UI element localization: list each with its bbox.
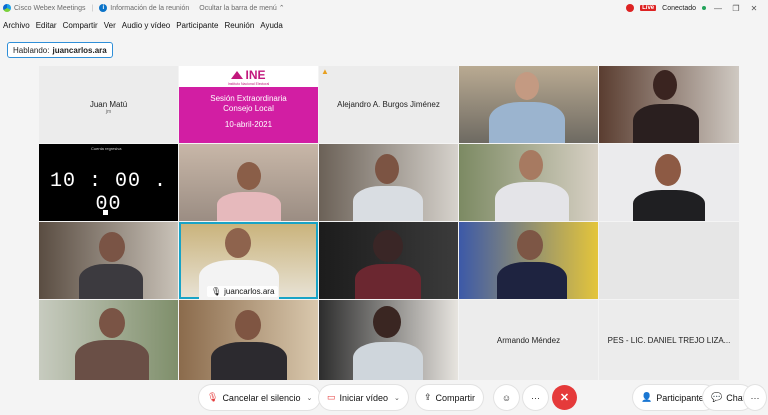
meeting-info-button[interactable]: i Información de la reunión: [99, 4, 189, 12]
unmute-label: Cancelar el silencio: [222, 392, 301, 403]
countdown-digits: 10 : 00 . 00: [49, 170, 168, 216]
participant-tile-video-2[interactable]: [599, 66, 739, 143]
webex-logo-icon: [3, 4, 11, 12]
ine-logo-subtitle: Instituto Nacional Electoral: [227, 81, 270, 86]
participant-tile-video-13[interactable]: [319, 300, 458, 380]
ine-triangle-icon: [231, 70, 244, 79]
participant-tile-ine-slide[interactable]: INE Instituto Nacional Electoral Sesión …: [179, 66, 318, 143]
chevron-down-icon[interactable]: ⌄: [306, 394, 312, 402]
participant-tile-video-7[interactable]: [39, 222, 178, 299]
close-icon: ✕: [559, 392, 570, 404]
more-icon: ···: [531, 392, 540, 403]
participant-tile-countdown[interactable]: Cuenta regresiva 10 : 00 . 00: [39, 144, 178, 221]
share-button[interactable]: ⇪ Compartir: [416, 385, 484, 410]
chat-label: Chat: [726, 392, 746, 403]
chat-icon: 💬: [711, 392, 723, 402]
meeting-info-label: Información de la reunión: [110, 4, 190, 12]
more-panels-button[interactable]: ···: [744, 385, 766, 410]
start-video-button[interactable]: ▭ Iniciar vídeo ⌄: [319, 385, 408, 410]
participant-tile-armando[interactable]: Armando Méndez: [459, 300, 598, 380]
hide-menu-bar-button[interactable]: Ocultar la barra de menú ⌃: [199, 4, 285, 13]
menu-participante[interactable]: Participante: [176, 21, 218, 30]
slide-date: 10-abril-2021: [224, 120, 273, 129]
participant-tile-juan-matu[interactable]: Juan Matú jm: [39, 66, 178, 143]
ine-logo-text: INE: [245, 67, 266, 82]
title-right: Live Conectado — ❐ ✕: [626, 0, 768, 16]
slide-line-2: Consejo Local: [223, 104, 274, 113]
participant-name: Juan Matú: [89, 100, 128, 109]
unmute-button[interactable]: 🎙 Cancelar el silencio ⌄: [199, 385, 321, 410]
microphone-off-icon: 🎙: [207, 392, 219, 402]
menu-editar[interactable]: Editar: [36, 21, 57, 30]
speaking-name: juancarlos.ara: [52, 45, 107, 55]
more-options-button[interactable]: ···: [523, 385, 548, 410]
active-speaker-badge: Hablando: juancarlos.ara: [7, 42, 113, 58]
participant-tile-video-12[interactable]: [179, 300, 318, 380]
participant-tile-video-8[interactable]: [319, 222, 458, 299]
participant-name: PES - LIC. DANIEL TREJO LIZA...: [607, 335, 731, 345]
share-label: Compartir: [435, 392, 476, 403]
warning-icon: ▲: [321, 67, 329, 76]
participant-tile-video-5[interactable]: [459, 144, 598, 221]
chevron-up-icon: ⌃: [278, 5, 285, 12]
participant-tile-alejandro[interactable]: ▲ Alejandro A. Burgos Jiménez: [319, 66, 458, 143]
meeting-controls: 🎙 Cancelar el silencio ⌄ ▭ Iniciar vídeo…: [0, 382, 768, 412]
more-icon: ···: [750, 392, 760, 403]
participant-tile-video-6[interactable]: [599, 144, 739, 221]
participant-tile-video-4[interactable]: [319, 144, 458, 221]
participant-tile-video-1[interactable]: [459, 66, 598, 143]
menu-audio-video[interactable]: Audio y vídeo: [122, 21, 170, 30]
app-name: Cisco Webex Meetings: [14, 4, 86, 12]
minimize-icon[interactable]: —: [712, 4, 724, 13]
recording-icon: [626, 4, 635, 12]
participant-tile-pes[interactable]: PES - LIC. DANIEL TREJO LIZA...: [599, 300, 739, 380]
reactions-button[interactable]: ☺: [494, 385, 519, 410]
app-title: Cisco Webex Meetings: [3, 4, 85, 12]
participant-tile-video-11[interactable]: [39, 300, 178, 380]
share-icon: ⇪: [424, 392, 432, 402]
connection-status[interactable]: Conectado: [662, 5, 696, 12]
live-badge: Live: [640, 5, 657, 11]
title-bar: Cisco Webex Meetings | i Información de …: [0, 0, 768, 16]
start-video-label: Iniciar vídeo: [339, 392, 389, 403]
stop-icon: [103, 210, 108, 215]
participant-tile-juancarlos[interactable]: 🎙 juancarlos.ara: [179, 222, 318, 299]
menu-reunion[interactable]: Reunión: [224, 21, 254, 30]
hide-menu-label: Ocultar la barra de menú: [199, 4, 277, 12]
video-grid: Juan Matú jm INE Instituto Nacional Elec…: [39, 66, 739, 380]
video-off-icon: ▭: [327, 392, 336, 402]
selected-participant-name: juancarlos.ara: [224, 287, 275, 296]
title-separator: |: [91, 4, 94, 12]
participant-tile-video-3[interactable]: [179, 144, 318, 221]
maximize-icon[interactable]: ❐: [730, 4, 742, 13]
speaking-label: Hablando:: [13, 45, 50, 55]
participants-label: Participantes: [656, 392, 709, 403]
participant-name: Alejandro A. Burgos Jiménez: [337, 100, 440, 109]
audio-icon: 🎙: [211, 287, 222, 296]
participant-tile-video-10[interactable]: [599, 222, 739, 299]
menu-ver[interactable]: Ver: [104, 21, 116, 30]
person-icon: 👤: [641, 392, 653, 402]
menu-bar: Archivo Editar Compartir Ver Audio y víd…: [0, 17, 286, 33]
connection-dot-icon: [702, 6, 706, 10]
slide-line-1: Sesión Extraordinaria: [210, 94, 287, 103]
info-icon: i: [99, 4, 108, 12]
close-icon[interactable]: ✕: [748, 4, 760, 13]
menu-ayuda[interactable]: Ayuda: [260, 21, 283, 30]
selected-participant-label: 🎙 juancarlos.ara: [207, 286, 279, 297]
participant-tile-video-9[interactable]: [459, 222, 598, 299]
ine-logo-box: INE Instituto Nacional Electoral: [179, 66, 318, 87]
menu-archivo[interactable]: Archivo: [3, 21, 30, 30]
chevron-down-icon[interactable]: ⌄: [394, 394, 400, 402]
ine-logo: INE: [231, 67, 266, 82]
menu-compartir[interactable]: Compartir: [63, 21, 98, 30]
countdown-title: Cuenta regresiva: [91, 146, 122, 151]
leave-meeting-button[interactable]: ✕: [552, 385, 577, 410]
smiley-icon: ☺: [501, 392, 512, 403]
participant-initials: jm: [105, 109, 112, 115]
participant-name: Armando Méndez: [496, 335, 561, 345]
